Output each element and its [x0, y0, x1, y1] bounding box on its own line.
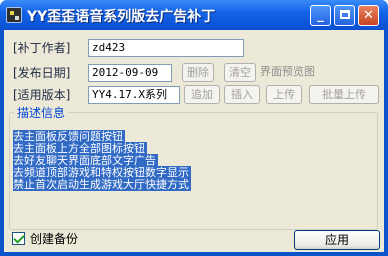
description-title: 描述信息: [14, 104, 69, 121]
batch-upload-button[interactable]: 批量上传: [309, 85, 379, 104]
author-label: [补丁作者]: [13, 41, 71, 55]
preview-label: 界面预览图: [260, 65, 315, 78]
backup-label[interactable]: 创建备份: [30, 231, 78, 247]
author-field[interactable]: zd423: [88, 39, 244, 57]
description-box[interactable]: 去主面板反馈问题按钮 去主面板上方全部图标按钮 去好友聊天界面底部文字广告 去频…: [13, 129, 375, 227]
insert-button[interactable]: 插入: [224, 85, 260, 104]
description-line: 去好友聊天界面底部文字广告: [13, 154, 158, 167]
close-button[interactable]: ✕: [358, 5, 379, 26]
window-title: YY歪歪语音系列版去广告补丁: [27, 9, 216, 25]
description-line: 去频道顶部游戏和特权按钮数字显示: [13, 166, 191, 179]
version-label: [适用版本]: [13, 88, 71, 102]
description-line: 禁止首次启动生成游戏大厅快捷方式: [13, 178, 191, 191]
version-field[interactable]: YY4.17.X系列: [88, 86, 180, 104]
maximize-button[interactable]: [334, 5, 355, 26]
maximize-icon: [339, 10, 350, 19]
delete-button[interactable]: 删除: [182, 63, 214, 82]
description-line: 去主面板反馈问题按钮: [13, 130, 125, 143]
minimize-button[interactable]: _: [310, 5, 331, 26]
app-icon: [6, 7, 22, 23]
apply-button[interactable]: 应用: [294, 230, 380, 250]
backup-checkbox[interactable]: [12, 232, 25, 245]
date-field[interactable]: 2012-09-09: [88, 64, 172, 82]
clear-button[interactable]: 清空: [224, 63, 256, 82]
app-window: YY歪歪语音系列版去广告补丁 _ ✕ [补丁作者] zd423 [发布日期] 2…: [0, 0, 388, 256]
add-button[interactable]: 追加: [184, 85, 220, 104]
description-line: 去主面板上方全部图标按钮: [13, 142, 147, 155]
upload-button[interactable]: 上传: [266, 85, 302, 104]
title-bar[interactable]: YY歪歪语音系列版去广告补丁 _ ✕: [0, 0, 388, 30]
date-label: [发布日期]: [13, 66, 71, 80]
client-area: [补丁作者] zd423 [发布日期] 2012-09-09 删除 清空 界面预…: [4, 30, 384, 252]
